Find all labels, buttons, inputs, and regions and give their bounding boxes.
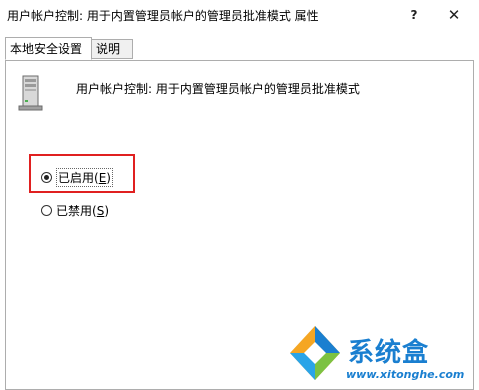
tab-explain[interactable]: 说明 [91, 39, 133, 59]
enabled-radio[interactable] [41, 171, 52, 183]
enabled-accel: E [98, 170, 107, 185]
disabled-accel: S [96, 203, 105, 218]
enabled-label[interactable]: 已启用(E) [56, 167, 113, 187]
window-title: 用户帐户控制: 用于内置管理员帐户的管理员批准模式 属性 [7, 9, 319, 23]
disabled-label[interactable]: 已禁用(S) [56, 202, 109, 219]
watermark-brand: 系统盒 [348, 338, 430, 368]
enabled-text: 已启用 [58, 170, 95, 185]
disabled-option[interactable]: 已禁用(S) [41, 201, 109, 219]
tab-strip: 本地安全设置 说明 [0, 37, 479, 60]
policy-name: 用户帐户控制: 用于内置管理员帐户的管理员批准模式 [76, 82, 360, 96]
server-policy-icon [18, 75, 43, 111]
title-bar: 用户帐户控制: 用于内置管理员帐户的管理员批准模式 属性 ? ✕ [0, 0, 479, 30]
watermark-logo-icon [290, 326, 340, 380]
close-button[interactable]: ✕ [436, 3, 472, 27]
watermark-url: www.xitonghe.com [346, 368, 465, 381]
help-button[interactable]: ? [396, 3, 432, 27]
enabled-option[interactable]: 已启用(E) [41, 167, 113, 187]
disabled-text: 已禁用 [56, 203, 93, 218]
tab-local-security-setting[interactable]: 本地安全设置 [5, 37, 92, 60]
disabled-radio[interactable] [41, 204, 52, 216]
watermark: 系统盒 www.xitonghe.com [286, 322, 476, 386]
